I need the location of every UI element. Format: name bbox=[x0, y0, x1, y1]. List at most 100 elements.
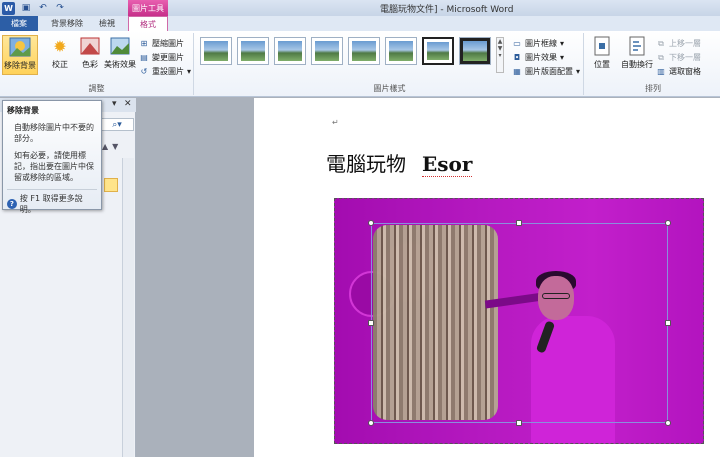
picture-style-7[interactable] bbox=[422, 37, 454, 65]
background-removal-marquee[interactable] bbox=[371, 223, 668, 423]
document-page[interactable]: ↵ 電腦玩物 Esor bbox=[254, 98, 720, 457]
resize-handle-bottom-right[interactable] bbox=[665, 420, 671, 426]
picture-border-button[interactable]: ▭ 圖片框線 ▾ bbox=[512, 38, 564, 49]
resize-handle-right[interactable] bbox=[665, 320, 671, 326]
selection-pane-icon: ▥ bbox=[657, 67, 665, 76]
pane-options-icon[interactable]: ▾ bbox=[112, 99, 117, 109]
resize-handle-top-left[interactable] bbox=[368, 220, 374, 226]
search-icon[interactable]: ⌕▾ bbox=[100, 118, 134, 131]
redo-icon[interactable]: ↷ bbox=[54, 2, 66, 14]
backward-label: 下移一層 bbox=[669, 53, 701, 62]
position-icon bbox=[590, 35, 614, 57]
color-palette-icon bbox=[78, 35, 102, 57]
resize-handle-bottom-left[interactable] bbox=[368, 420, 374, 426]
more-icon[interactable]: ▾ bbox=[497, 52, 503, 59]
tooltip-divider bbox=[7, 189, 97, 190]
sun-icon: ✹ bbox=[53, 36, 67, 56]
send-backward-button[interactable]: ⧉ 下移一層 bbox=[656, 52, 701, 63]
arrow-down-icon[interactable]: ▼ bbox=[112, 142, 122, 151]
bring-forward-button[interactable]: ⧉ 上移一層 bbox=[656, 38, 701, 49]
reset-label: 重設圖片 bbox=[152, 67, 184, 76]
border-label: 圖片框線 bbox=[525, 39, 557, 48]
picture-style-4[interactable] bbox=[311, 37, 343, 65]
position-label: 位置 bbox=[594, 60, 610, 69]
dropdown-arrow-icon: ▾ bbox=[576, 67, 581, 76]
scroll-down-icon[interactable]: ▼ bbox=[497, 45, 503, 52]
forward-label: 上移一層 bbox=[669, 39, 701, 48]
picture-style-8[interactable] bbox=[459, 37, 491, 65]
arrow-up-icon[interactable]: ▲ bbox=[102, 142, 112, 151]
picture-border-icon: ▭ bbox=[513, 39, 521, 48]
ribbon: 移除背景 ✹ 校正 色彩 美術效果 ⊞ 壓縮圖片 ▤ 變更圖片 ↺ 重設圖片 ▾… bbox=[0, 31, 720, 97]
dropdown-arrow-icon: ▾ bbox=[560, 39, 565, 48]
nav-highlight-item[interactable] bbox=[104, 178, 118, 192]
nav-arrows: ▲▼ bbox=[102, 142, 122, 151]
tooltip-description-2: 如有必要，請使用標記，指出要在圖片中保留或移除的區域。 bbox=[14, 151, 94, 182]
gallery-scroll[interactable]: ▲ ▼ ▾ bbox=[496, 37, 504, 73]
group-adjust: 移除背景 ✹ 校正 色彩 美術效果 ⊞ 壓縮圖片 ▤ 變更圖片 ↺ 重設圖片 ▾… bbox=[0, 33, 194, 95]
save-icon[interactable]: ▣ bbox=[20, 2, 32, 14]
color-label: 色彩 bbox=[82, 60, 98, 69]
heading-zh: 電腦玩物 bbox=[326, 152, 406, 176]
wrap-text-button[interactable]: 自動換行 bbox=[618, 35, 656, 75]
tab-format[interactable]: 格式 bbox=[128, 16, 168, 31]
tab-file[interactable]: 檔案 bbox=[0, 16, 38, 31]
group-label-adjust: 調整 bbox=[88, 84, 105, 93]
artistic-effects-icon bbox=[108, 35, 132, 57]
artistic-effects-label: 美術效果 bbox=[104, 60, 136, 69]
resize-handle-top[interactable] bbox=[516, 220, 522, 226]
picture-style-1[interactable] bbox=[200, 37, 232, 65]
picture-tools-context-label: 圖片工具 bbox=[128, 0, 168, 16]
tab-background-removal[interactable]: 背景移除 bbox=[48, 16, 86, 31]
selection-pane-button[interactable]: ▥ 選取窗格 bbox=[656, 66, 701, 77]
tooltip-description: 自動移除圖片中不要的部分。 bbox=[14, 123, 94, 143]
change-picture-icon: ▤ bbox=[140, 53, 148, 62]
undo-icon[interactable]: ↶ bbox=[37, 2, 49, 14]
picture-layout-button[interactable]: ▦ 圖片版面配置 ▾ bbox=[512, 66, 580, 77]
picture-style-2[interactable] bbox=[237, 37, 269, 65]
picture-style-3[interactable] bbox=[274, 37, 306, 65]
picture-effects-icon: ◘ bbox=[513, 53, 521, 62]
tooltip-help: ? 按 F1 取得更多說明。 bbox=[7, 193, 97, 215]
reset-picture-button[interactable]: ↺ 重設圖片 ▾ bbox=[139, 66, 191, 77]
picture-style-6[interactable] bbox=[385, 37, 417, 65]
reset-picture-icon: ↺ bbox=[140, 67, 148, 76]
heading-en: Esor bbox=[422, 152, 473, 177]
vertical-scrollbar[interactable] bbox=[122, 158, 134, 457]
wrap-text-icon bbox=[625, 35, 649, 57]
selected-picture[interactable] bbox=[334, 198, 704, 444]
position-button[interactable]: 位置 bbox=[588, 35, 616, 75]
tab-view[interactable]: 檢視 bbox=[94, 16, 120, 31]
artistic-effects-button[interactable]: 美術效果 bbox=[100, 35, 140, 75]
remove-background-icon bbox=[8, 36, 32, 58]
change-picture-button[interactable]: ▤ 變更圖片 bbox=[139, 52, 184, 63]
layout-label: 圖片版面配置 bbox=[525, 67, 573, 76]
corrections-label: 校正 bbox=[52, 60, 68, 69]
quick-access-toolbar: W ▣ ↶ ↷ bbox=[2, 1, 66, 15]
document-heading[interactable]: 電腦玩物 Esor bbox=[326, 148, 473, 177]
tooltip-help-text: 按 F1 取得更多說明。 bbox=[19, 194, 83, 214]
word-icon[interactable]: W bbox=[2, 1, 15, 15]
send-backward-icon: ⧉ bbox=[658, 52, 664, 62]
document-area: ↵ 電腦玩物 Esor bbox=[137, 98, 720, 457]
resize-handle-left[interactable] bbox=[368, 320, 374, 326]
picture-effects-button[interactable]: ◘ 圖片效果 ▾ bbox=[512, 52, 564, 63]
compress-pictures-button[interactable]: ⊞ 壓縮圖片 bbox=[139, 38, 184, 49]
group-picture-styles: ▲ ▼ ▾ ▭ 圖片框線 ▾ ◘ 圖片效果 ▾ ▦ 圖片版面配置 ▾ 圖片樣式 bbox=[196, 33, 584, 95]
dropdown-arrow-icon: ▾ bbox=[560, 53, 565, 62]
bring-forward-icon: ⧉ bbox=[658, 38, 664, 48]
scroll-up-icon[interactable]: ▲ bbox=[497, 38, 503, 45]
title-bar: W ▣ ↶ ↷ 圖片工具 電腦玩物文件] - Microsoft Word bbox=[0, 0, 720, 16]
group-label-picture-styles: 圖片樣式 bbox=[373, 84, 406, 93]
window-title: 電腦玩物文件] - Microsoft Word bbox=[380, 5, 514, 15]
remove-background-button[interactable]: 移除背景 bbox=[2, 35, 38, 75]
resize-handle-bottom[interactable] bbox=[516, 420, 522, 426]
close-icon[interactable]: ✕ bbox=[124, 99, 132, 109]
help-icon: ? bbox=[7, 199, 17, 209]
picture-style-5[interactable] bbox=[348, 37, 380, 65]
resize-handle-top-right[interactable] bbox=[665, 220, 671, 226]
change-label: 變更圖片 bbox=[152, 53, 184, 62]
selection-pane-label: 選取窗格 bbox=[669, 67, 701, 76]
compress-icon: ⊞ bbox=[140, 39, 148, 48]
compress-label: 壓縮圖片 bbox=[152, 39, 184, 48]
